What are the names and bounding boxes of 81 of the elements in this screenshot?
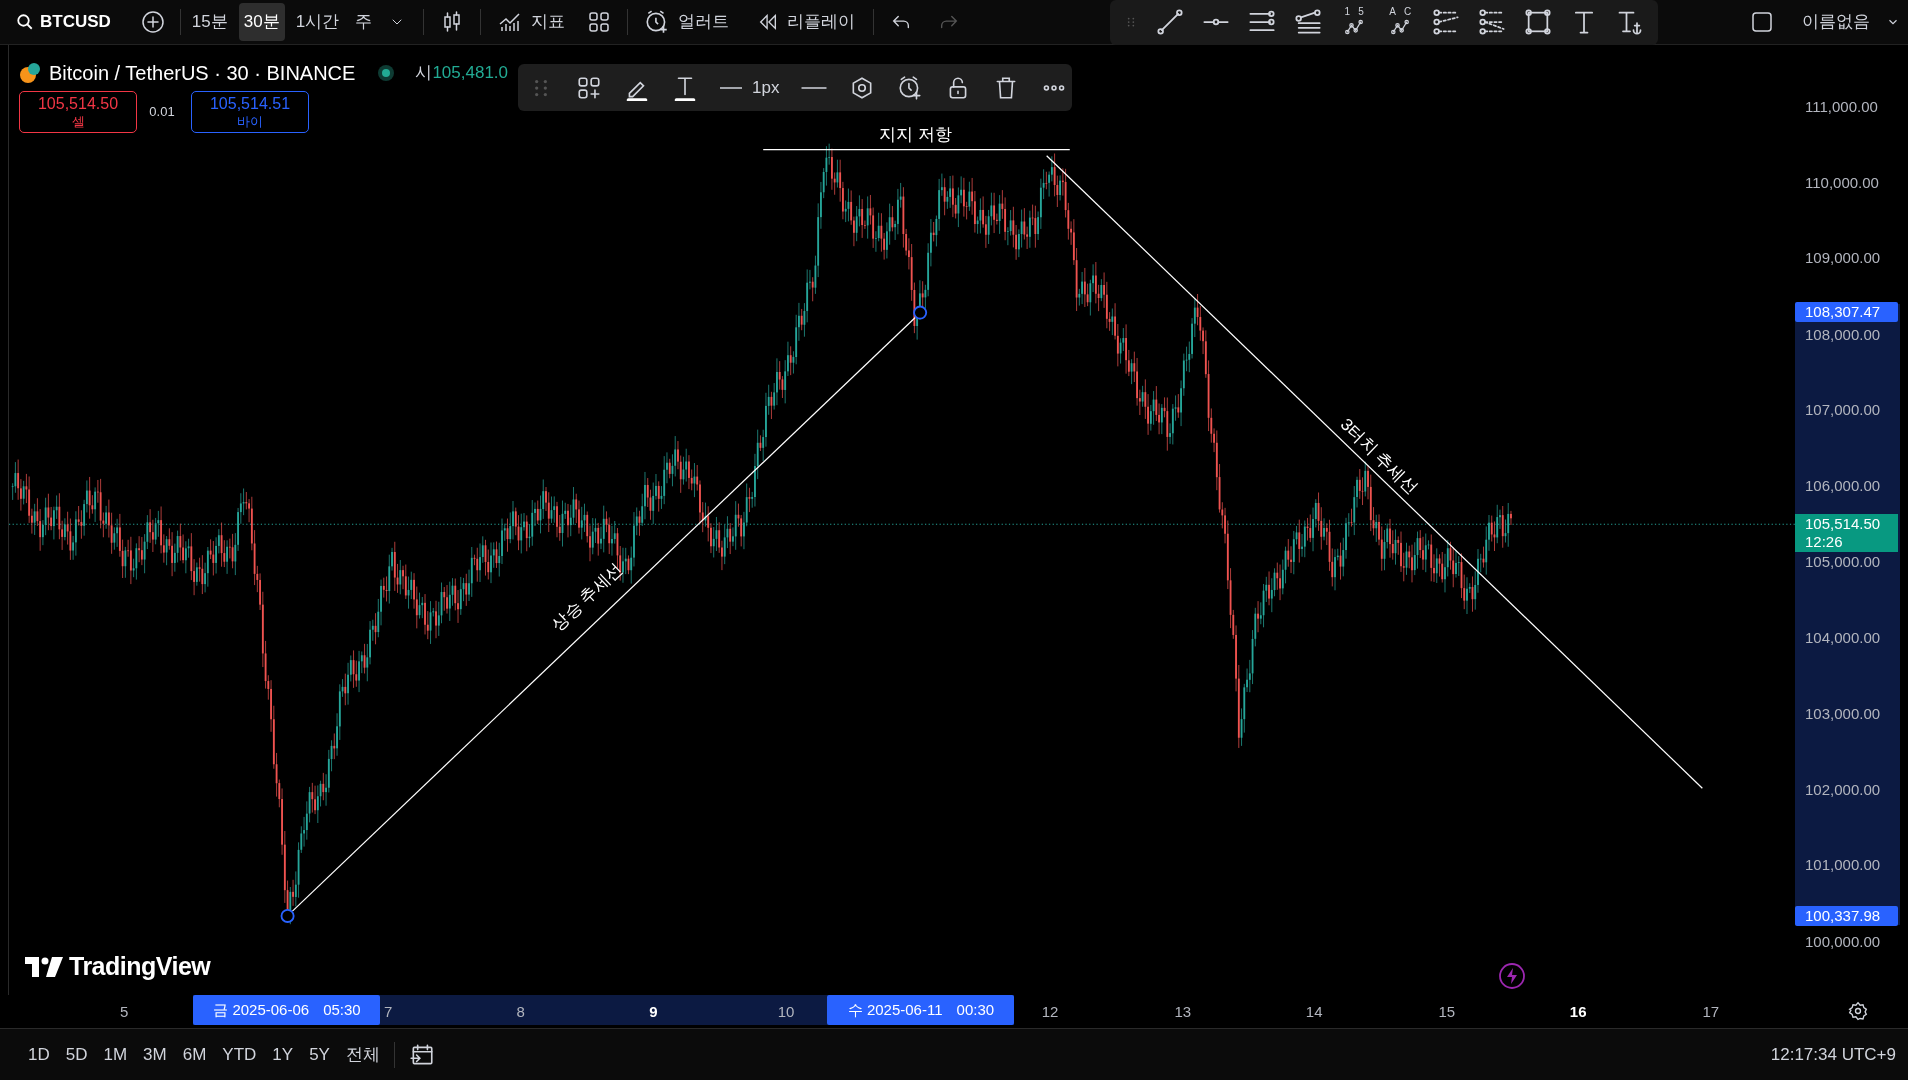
- fib-lines-icon[interactable]: [1294, 8, 1323, 36]
- time-tick: 17: [1702, 1002, 1720, 1022]
- range-button[interactable]: 전체: [345, 1041, 380, 1068]
- price-tick: 106,000.00: [1805, 475, 1881, 496]
- price-tick: 100,000.00: [1805, 931, 1881, 952]
- time-tick: 12: [1041, 1002, 1059, 1022]
- time-tick: 5: [119, 1002, 129, 1022]
- buy-button[interactable]: 105,514.51 바이: [191, 91, 309, 133]
- price-tag: 108,307.47: [1795, 301, 1898, 322]
- range-button[interactable]: YTD: [222, 1041, 257, 1068]
- interval-tab[interactable]: 주: [350, 3, 378, 41]
- icon-mark: C: [1403, 7, 1412, 17]
- time-tick: 15: [1438, 1002, 1456, 1022]
- symbol-title: Bitcoin / TetherUS · 30 · BINANCE: [49, 61, 356, 86]
- icon-mark: 1: [1344, 7, 1351, 17]
- alert-add-icon[interactable]: [897, 74, 924, 101]
- square-icon[interactable]: [1750, 10, 1774, 34]
- replay-button[interactable]: 리플레이: [757, 9, 856, 35]
- price-tick: 101,000.00: [1805, 854, 1881, 875]
- time-tick: 8: [516, 1002, 525, 1022]
- range-button[interactable]: 3M: [143, 1041, 167, 1068]
- price-tick: 102,000.00: [1805, 779, 1881, 800]
- indicators-button[interactable]: 지표: [497, 9, 566, 35]
- horizontal-line[interactable]: [762, 149, 1071, 151]
- icon-mark: A: [1389, 7, 1396, 17]
- rectangle-icon[interactable]: [1524, 8, 1553, 36]
- open-value: 105,481.0: [432, 62, 509, 85]
- line-icon: [720, 85, 742, 90]
- logo-text: TradingView: [69, 951, 211, 982]
- interval-tab[interactable]: 1시간: [290, 3, 345, 41]
- line-label: 지지 저항: [879, 125, 952, 143]
- coin-icon: [19, 62, 41, 84]
- price-tick: 104,000.00: [1805, 627, 1881, 648]
- layout-name-button[interactable]: 이름없음: [1802, 9, 1900, 35]
- line-handle[interactable]: [280, 908, 295, 923]
- time-tick: 7: [384, 1002, 393, 1022]
- time-tick: 14: [1305, 1002, 1323, 1022]
- alert-button[interactable]: 얼러트: [644, 9, 730, 35]
- price-tick: 110,000.00: [1805, 172, 1879, 193]
- sell-button[interactable]: 105,514.50 셀: [19, 91, 137, 133]
- settings-icon[interactable]: [1848, 1001, 1868, 1021]
- lines-with-handles-icon[interactable]: [1432, 8, 1461, 36]
- lightning-icon[interactable]: [1498, 962, 1526, 990]
- time-tick: 16: [1569, 1002, 1587, 1022]
- symbol-search[interactable]: BTCUSD: [16, 9, 111, 35]
- lines-with-handles-icon[interactable]: [1478, 8, 1507, 36]
- price-tick: 108,000.00: [1805, 324, 1881, 345]
- spread-value: 0.01: [148, 103, 176, 122]
- market-status-icon: [377, 64, 396, 82]
- add-icon[interactable]: [140, 10, 165, 34]
- line-width-button[interactable]: 1px: [720, 74, 780, 101]
- last-price-tag: 105,514.50 12:26: [1795, 513, 1898, 552]
- range-button[interactable]: 5D: [65, 1041, 88, 1068]
- range-button[interactable]: 1D: [28, 1041, 50, 1068]
- range-button[interactable]: 1M: [103, 1041, 128, 1068]
- layout-grid-icon[interactable]: [587, 10, 612, 34]
- interval-tab[interactable]: 30분: [238, 3, 285, 41]
- range-button[interactable]: 6M: [182, 1041, 207, 1068]
- time-tick: 13: [1174, 1002, 1192, 1022]
- search-icon: [16, 13, 34, 31]
- trend-line-icon[interactable]: [1156, 8, 1185, 36]
- text-color-icon[interactable]: [672, 74, 698, 101]
- open-label: 시: [415, 62, 433, 85]
- time-tag: 금 2025-06-06 05:30: [193, 995, 381, 1025]
- add-to-template-icon[interactable]: [576, 74, 602, 101]
- range-button[interactable]: 5Y: [309, 1041, 330, 1068]
- price-tag: 100,337.98: [1795, 906, 1898, 927]
- clock-text: 12:17:34 UTC+9: [1770, 1043, 1896, 1066]
- logo-icon: [25, 956, 63, 977]
- price-tick: 107,000.00: [1805, 399, 1881, 420]
- price-tick: 111,000.00: [1805, 96, 1878, 117]
- icon-mark: 5: [1358, 7, 1364, 17]
- time-tick: 10: [777, 1002, 795, 1022]
- time-tick: 9: [649, 1002, 658, 1022]
- price-tick: 103,000.00: [1805, 704, 1881, 724]
- line-handle[interactable]: [913, 305, 928, 320]
- interval-tab[interactable]: 15분: [186, 3, 233, 41]
- price-tick: 105,000.00: [1805, 551, 1881, 572]
- range-button[interactable]: 1Y: [272, 1041, 294, 1068]
- price-tick: 109,000.00: [1805, 247, 1881, 268]
- time-tag: 수 2025-06-11 00:30: [827, 995, 1015, 1025]
